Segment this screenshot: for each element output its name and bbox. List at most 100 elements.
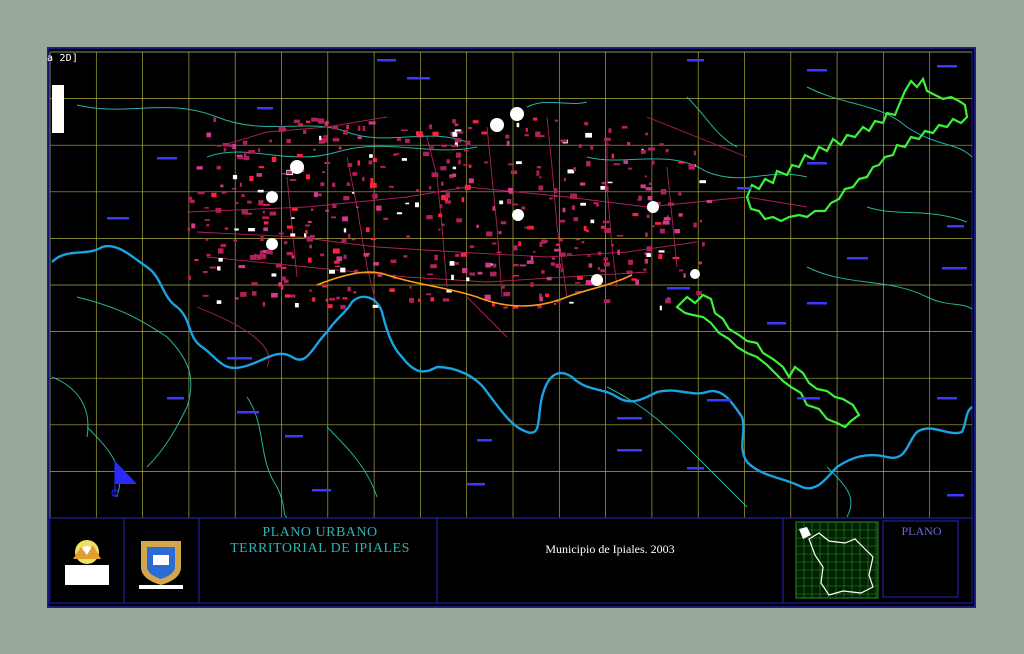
- urban-block: [260, 236, 264, 241]
- urban-block: [456, 186, 460, 190]
- urban-block: [191, 223, 196, 229]
- symbol-marker: [647, 201, 659, 213]
- cad-drawing-canvas[interactable]: a 2D] PLANO URBANO TERRITORIAL DE IPIALE…: [47, 47, 976, 608]
- urban-block: [289, 294, 296, 298]
- urban-block: [554, 119, 558, 122]
- urban-block: [305, 230, 308, 234]
- urban-block: [452, 166, 457, 170]
- urban-block: [244, 151, 247, 157]
- urban-block: [347, 163, 353, 167]
- urban-block: [546, 276, 552, 281]
- urban-block: [388, 185, 394, 188]
- urban-block: [269, 139, 273, 143]
- urban-block: [515, 161, 522, 165]
- urban-block: [346, 124, 349, 129]
- urban-block: [646, 214, 650, 219]
- urban-block: [693, 222, 697, 228]
- urban-block: [613, 163, 621, 166]
- urban-block: [215, 207, 222, 213]
- urban-block: [262, 250, 267, 254]
- urban-block: [206, 253, 211, 257]
- urban-block: [368, 121, 376, 125]
- urban-block: [233, 239, 237, 242]
- urban-block: [291, 217, 295, 219]
- urban-block: [526, 260, 534, 264]
- urban-block: [498, 231, 502, 235]
- urban-block: [218, 257, 223, 262]
- symbol-marker: [266, 191, 278, 203]
- urban-block: [512, 203, 519, 206]
- symbol-marker: [591, 274, 603, 286]
- urban-block: [477, 271, 483, 275]
- urban-block: [220, 243, 227, 248]
- urban-block: [432, 131, 439, 136]
- urban-block: [310, 234, 315, 240]
- urban-block: [217, 266, 221, 271]
- urban-block: [418, 298, 421, 302]
- urban-block: [555, 263, 562, 268]
- urban-block: [456, 152, 462, 158]
- urban-block: [235, 297, 239, 300]
- urban-block: [266, 249, 273, 255]
- urban-block: [640, 184, 646, 189]
- urban-block: [222, 143, 230, 147]
- viewport-label[interactable]: a 2D]: [47, 53, 78, 64]
- plano-label: PLANO: [901, 524, 942, 538]
- urban-block: [602, 220, 610, 224]
- urban-block: [336, 296, 340, 300]
- urban-block: [280, 277, 285, 279]
- map-label-mark: [477, 439, 492, 442]
- urban-block: [357, 136, 362, 140]
- urban-block: [617, 249, 620, 255]
- urban-block: [451, 144, 457, 148]
- urban-block: [538, 185, 544, 191]
- urban-block: [643, 268, 647, 271]
- urban-block: [271, 292, 278, 298]
- urban-block: [396, 212, 403, 215]
- urban-block: [506, 199, 512, 204]
- urban-block: [353, 291, 357, 294]
- urban-block: [518, 241, 522, 247]
- urban-block: [332, 182, 336, 187]
- urban-block: [286, 251, 294, 256]
- urban-block: [702, 242, 705, 247]
- urban-block: [237, 157, 244, 160]
- urban-block: [314, 191, 318, 198]
- map-label-mark: [707, 399, 731, 402]
- urban-block: [431, 172, 439, 177]
- urban-block: [220, 184, 224, 188]
- urban-block: [188, 275, 191, 281]
- urban-block: [628, 167, 632, 170]
- map-label-mark: [807, 162, 827, 165]
- urban-block: [257, 189, 264, 193]
- urban-block: [430, 264, 437, 269]
- urban-block: [688, 164, 695, 170]
- urban-block: [463, 149, 469, 152]
- urban-block: [372, 193, 378, 199]
- urban-block: [559, 238, 564, 242]
- urban-block: [569, 301, 574, 304]
- urban-block: [631, 278, 637, 281]
- urban-block: [284, 241, 288, 245]
- urban-block: [224, 227, 229, 230]
- urban-block: [206, 224, 210, 227]
- urban-block: [245, 212, 253, 215]
- urban-block: [449, 261, 455, 266]
- symbol-marker: [690, 269, 700, 279]
- urban-block: [340, 304, 346, 310]
- urban-block: [658, 254, 663, 259]
- urban-block: [524, 134, 529, 137]
- urban-block: [303, 129, 307, 134]
- urban-block: [663, 217, 671, 221]
- urban-block: [513, 245, 518, 251]
- urban-block: [434, 254, 438, 261]
- title-block: PLANO URBANO TERRITORIAL DE IPIALES Muni…: [47, 517, 976, 608]
- urban-block: [491, 242, 497, 245]
- urban-block: [647, 196, 653, 201]
- urban-block: [239, 182, 242, 187]
- urban-block: [289, 179, 297, 181]
- urban-block: [559, 252, 566, 257]
- urban-block: [490, 271, 497, 277]
- map-label-mark: [227, 357, 252, 360]
- urban-block: [209, 266, 217, 269]
